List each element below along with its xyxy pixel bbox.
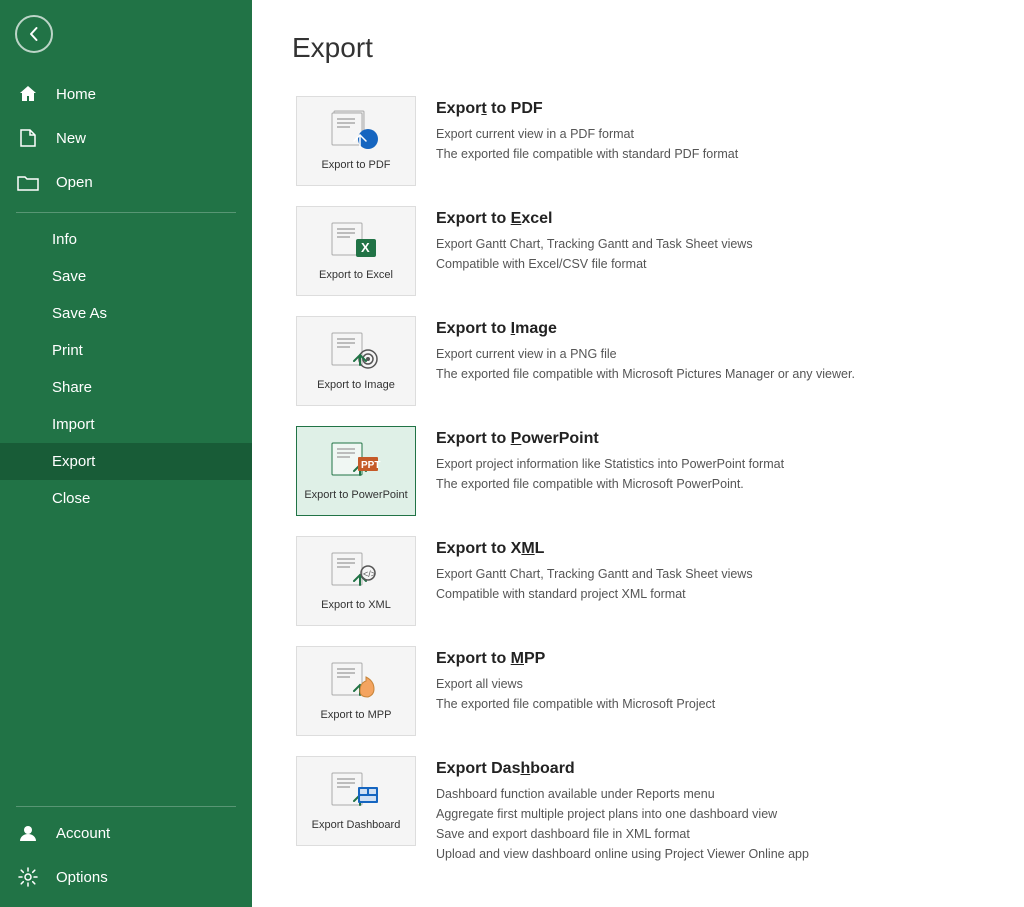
export-title-xml: Export to XML — [436, 540, 980, 558]
sidebar-item-import-label: Import — [52, 416, 95, 433]
nav-divider-bottom — [16, 806, 236, 807]
export-info-xml: Export to XML Export Gantt Chart, Tracki… — [436, 536, 980, 604]
sidebar-item-save[interactable]: Save — [0, 258, 252, 295]
export-desc-dashboard: Dashboard function available under Repor… — [436, 784, 980, 864]
svg-text:</>: </> — [363, 569, 376, 579]
export-info-excel: Export to Excel Export Gantt Chart, Trac… — [436, 206, 980, 274]
xml-tile-icon: </> — [330, 549, 382, 594]
export-item-pdf[interactable]: Export to PDF Export to PDF Export curre… — [292, 88, 984, 194]
sidebar-item-info[interactable]: Info — [0, 221, 252, 258]
sidebar-item-open[interactable]: Open — [0, 160, 252, 204]
excel-tile-label: Export to Excel — [319, 268, 393, 282]
sidebar-item-options-label: Options — [56, 869, 108, 886]
sidebar-item-account-label: Account — [56, 825, 110, 842]
export-list: Export to PDF Export to PDF Export curre… — [292, 88, 984, 872]
export-desc-excel: Export Gantt Chart, Tracking Gantt and T… — [436, 234, 980, 274]
sidebar-bottom: Account Options — [0, 802, 252, 907]
top-nav: Home New Open — [0, 68, 252, 208]
home-icon — [16, 82, 40, 106]
main-content: Export Export to PDF — [252, 0, 1024, 907]
image-tile-label: Export to Image — [317, 378, 395, 392]
export-title-image: Export to Image — [436, 320, 980, 338]
sidebar-item-close-label: Close — [52, 490, 90, 507]
sidebar: Home New Open Info — [0, 0, 252, 907]
export-tile-xml[interactable]: </> Export to XML — [296, 536, 416, 626]
nav-divider-top — [16, 212, 236, 213]
ppt-tile-icon: PPT — [330, 439, 382, 484]
export-info-image: Export to Image Export current view in a… — [436, 316, 980, 384]
sidebar-item-home[interactable]: Home — [0, 72, 252, 116]
export-item-excel[interactable]: X Export to Excel Export to Excel Export… — [292, 198, 984, 304]
dashboard-tile-icon — [330, 769, 382, 814]
ppt-tile-label: Export to PowerPoint — [304, 488, 407, 502]
export-info-pdf: Export to PDF Export current view in a P… — [436, 96, 980, 164]
export-item-ppt[interactable]: PPT Export to PowerPoint Export to Power… — [292, 418, 984, 524]
export-title-excel: Export to Excel — [436, 210, 980, 228]
svg-text:PPT: PPT — [361, 460, 380, 471]
mpp-tile-icon — [330, 659, 382, 704]
sidebar-item-share-label: Share — [52, 379, 92, 396]
sidebar-item-save-label: Save — [52, 268, 86, 285]
back-button[interactable] — [8, 8, 60, 60]
open-icon — [16, 170, 40, 194]
export-item-mpp[interactable]: Export to MPP Export to MPP Export all v… — [292, 638, 984, 744]
pdf-tile-icon — [330, 109, 382, 154]
export-tile-ppt[interactable]: PPT Export to PowerPoint — [296, 426, 416, 516]
export-info-dashboard: Export Dashboard Dashboard function avai… — [436, 756, 980, 864]
export-desc-mpp: Export all views The exported file compa… — [436, 674, 980, 714]
sidebar-item-print[interactable]: Print — [0, 332, 252, 369]
export-title-mpp: Export to MPP — [436, 650, 980, 668]
sidebar-item-home-label: Home — [56, 86, 96, 103]
export-item-image[interactable]: Export to Image Export to Image Export c… — [292, 308, 984, 414]
excel-tile-icon: X — [330, 219, 382, 264]
export-title-dashboard: Export Dashboard — [436, 760, 980, 778]
export-tile-dashboard[interactable]: Export Dashboard — [296, 756, 416, 846]
sidebar-item-save-as[interactable]: Save As — [0, 295, 252, 332]
export-item-xml[interactable]: </> Export to XML Export to XML Export G… — [292, 528, 984, 634]
new-icon — [16, 126, 40, 150]
sidebar-item-import[interactable]: Import — [0, 406, 252, 443]
export-item-dashboard[interactable]: Export Dashboard Export Dashboard Dashbo… — [292, 748, 984, 872]
options-icon — [16, 865, 40, 889]
export-title-pdf: Export to PDF — [436, 100, 980, 118]
sidebar-item-account[interactable]: Account — [0, 811, 252, 855]
export-tile-pdf[interactable]: Export to PDF — [296, 96, 416, 186]
sidebar-item-new-label: New — [56, 130, 86, 147]
sidebar-item-new[interactable]: New — [0, 116, 252, 160]
sidebar-item-share[interactable]: Share — [0, 369, 252, 406]
text-nav: Info Save Save As Print Share Import Exp… — [0, 217, 252, 521]
back-circle-icon — [15, 15, 53, 53]
export-title-ppt: Export to PowerPoint — [436, 430, 980, 448]
export-desc-xml: Export Gantt Chart, Tracking Gantt and T… — [436, 564, 980, 604]
mpp-tile-label: Export to MPP — [321, 708, 392, 722]
account-icon — [16, 821, 40, 845]
export-tile-excel[interactable]: X Export to Excel — [296, 206, 416, 296]
pdf-tile-label: Export to PDF — [321, 158, 390, 172]
sidebar-item-open-label: Open — [56, 174, 93, 191]
sidebar-item-close[interactable]: Close — [0, 480, 252, 517]
export-desc-image: Export current view in a PNG file The ex… — [436, 344, 980, 384]
sidebar-item-options[interactable]: Options — [0, 855, 252, 899]
sidebar-item-info-label: Info — [52, 231, 77, 248]
xml-tile-label: Export to XML — [321, 598, 391, 612]
page-title: Export — [292, 32, 984, 64]
export-info-mpp: Export to MPP Export all views The expor… — [436, 646, 980, 714]
export-info-ppt: Export to PowerPoint Export project info… — [436, 426, 980, 494]
dashboard-tile-label: Export Dashboard — [312, 818, 401, 832]
sidebar-item-export[interactable]: Export — [0, 443, 252, 480]
sidebar-item-print-label: Print — [52, 342, 83, 359]
sidebar-item-save-as-label: Save As — [52, 305, 107, 322]
export-tile-mpp[interactable]: Export to MPP — [296, 646, 416, 736]
export-desc-pdf: Export current view in a PDF format The … — [436, 124, 980, 164]
sidebar-item-export-label: Export — [52, 453, 95, 470]
export-tile-image[interactable]: Export to Image — [296, 316, 416, 406]
export-desc-ppt: Export project information like Statisti… — [436, 454, 980, 494]
image-tile-icon — [330, 329, 382, 374]
